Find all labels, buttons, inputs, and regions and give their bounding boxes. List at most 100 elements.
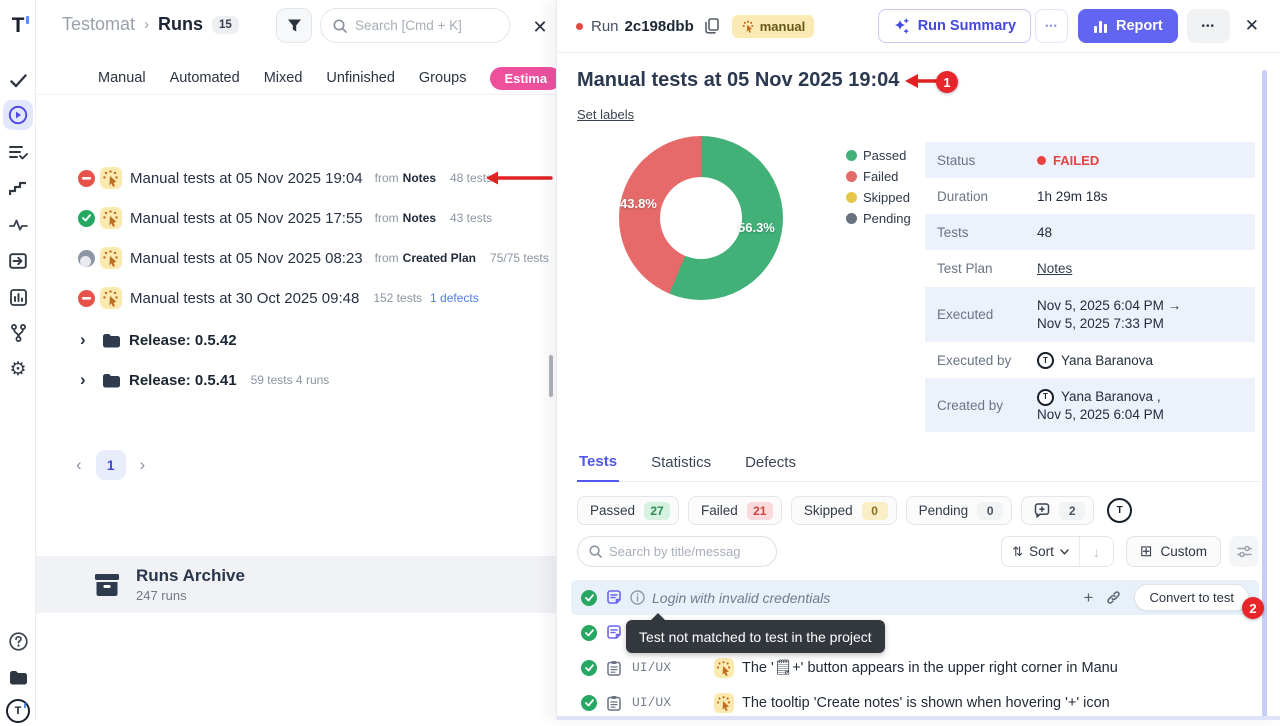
- chip-skipped[interactable]: Skipped0: [791, 496, 897, 525]
- run-summary-button[interactable]: Run Summary: [878, 9, 1031, 43]
- report-button[interactable]: Report: [1078, 9, 1178, 43]
- user-avatar[interactable]: T: [3, 696, 33, 726]
- page-1-button[interactable]: 1: [96, 450, 126, 480]
- tab-defects[interactable]: Defects: [743, 452, 798, 481]
- sidebar-item-import[interactable]: [3, 246, 33, 276]
- donut-label-passed: 56.3%: [738, 220, 775, 235]
- run-tests-count: 152 tests: [373, 291, 422, 305]
- run-from-value: Notes: [403, 171, 436, 185]
- folder-row-1[interactable]: › Release: 0.5.42: [36, 320, 556, 360]
- breadcrumb-app[interactable]: Testomat: [62, 14, 135, 35]
- created-by-value: Yana Baranova ,: [1061, 388, 1161, 406]
- chip-comments[interactable]: 2: [1021, 496, 1094, 525]
- note-icon: [606, 625, 622, 641]
- set-labels-link[interactable]: Set labels: [577, 107, 634, 122]
- tests-search[interactable]: [577, 536, 777, 567]
- breadcrumb-section[interactable]: Runs: [158, 14, 203, 35]
- run-list: Manual tests at 05 Nov 2025 19:04 from N…: [36, 158, 556, 318]
- chip-count: 0: [977, 502, 1003, 520]
- manual-run-icon: [714, 693, 734, 713]
- add-button[interactable]: +: [1084, 589, 1094, 606]
- annotation-badge-1: 1: [936, 71, 958, 93]
- test-row-4[interactable]: UI/UX The tooltip 'Create notes' is show…: [571, 685, 1259, 720]
- sidebar-item-projects[interactable]: [3, 662, 33, 692]
- run-row-2[interactable]: Manual tests at 05 Nov 2025 17:55 from N…: [36, 198, 556, 238]
- sidebar-item-help[interactable]: [3, 626, 33, 656]
- run-label: Run: [591, 18, 619, 35]
- tests-search-input[interactable]: [609, 544, 759, 559]
- tab-manual[interactable]: Manual: [98, 70, 146, 86]
- stairs-icon: [9, 181, 27, 196]
- summary-more-button[interactable]: •••: [1035, 9, 1068, 43]
- chip-label: Failed: [701, 503, 738, 518]
- sidebar-item-branches[interactable]: [3, 318, 33, 348]
- info-label: Created by: [925, 398, 1037, 413]
- donut-label-failed: 43.8%: [620, 196, 657, 211]
- tab-automated[interactable]: Automated: [170, 70, 240, 86]
- detail-close-button[interactable]: ✕: [1245, 16, 1259, 36]
- global-search[interactable]: [320, 8, 510, 43]
- sort-button[interactable]: ⇅ Sort: [1002, 537, 1080, 566]
- convert-to-test-button[interactable]: Convert to test: [1134, 584, 1249, 611]
- global-search-input[interactable]: [355, 18, 485, 33]
- info-label: Test Plan: [925, 261, 1037, 276]
- failed-status-icon: [78, 170, 95, 187]
- close-icon: ✕: [532, 17, 547, 37]
- test-row-1[interactable]: Login with invalid credentials + Convert…: [571, 580, 1259, 615]
- prev-page-button[interactable]: ‹: [76, 455, 82, 475]
- sidebar-item-settings[interactable]: ⚙: [3, 354, 33, 384]
- passed-check-icon: [581, 695, 597, 711]
- copy-run-id-button[interactable]: [705, 18, 719, 34]
- bottom-scroll-track[interactable]: [557, 716, 1280, 720]
- info-label: Executed: [925, 307, 1037, 322]
- custom-columns-button[interactable]: ⊞ Custom: [1126, 536, 1221, 567]
- legend-item-failed: Failed: [846, 166, 911, 187]
- chip-failed[interactable]: Failed21: [688, 496, 782, 525]
- panel-close-button[interactable]: ✕: [522, 12, 556, 42]
- tab-estimate-badge[interactable]: Estima: [490, 67, 556, 90]
- runs-archive[interactable]: Runs Archive 247 runs: [36, 556, 556, 613]
- tab-groups[interactable]: Groups: [419, 70, 467, 86]
- archive-title: Runs Archive: [136, 566, 245, 586]
- gear-icon: ⚙: [9, 360, 26, 379]
- runs-count-badge: 15: [212, 16, 239, 34]
- tests-toolbar: ⇅ Sort ↓ ⊞ Custom: [577, 536, 1259, 567]
- sidebar-item-analytics[interactable]: [3, 282, 33, 312]
- view-settings-button[interactable]: [1229, 536, 1259, 567]
- list-check-icon: [9, 145, 28, 160]
- assignee-avatar[interactable]: T: [1107, 498, 1132, 523]
- sidebar-item-activity[interactable]: [3, 210, 33, 240]
- next-page-button[interactable]: ›: [140, 455, 146, 475]
- filter-button[interactable]: [276, 8, 312, 43]
- more-actions-button[interactable]: •••: [1187, 9, 1230, 43]
- run-status-dot-icon: [576, 23, 583, 30]
- manual-run-icon: [100, 247, 122, 269]
- detail-scrollbar[interactable]: [1262, 70, 1267, 720]
- app-logo[interactable]: T: [3, 10, 33, 40]
- sidebar-item-plans[interactable]: [3, 137, 33, 167]
- tab-statistics[interactable]: Statistics: [649, 452, 713, 481]
- run-defects-link[interactable]: 1 defects: [430, 291, 479, 305]
- test-plan-link[interactable]: Notes: [1037, 261, 1072, 276]
- run-detail-header: Run 2c198dbb manual Run Summary ••• Repo…: [557, 0, 1280, 53]
- legend-label: Passed: [863, 148, 906, 163]
- sort-direction-button[interactable]: ↓: [1080, 537, 1113, 566]
- run-row-4[interactable]: Manual tests at 30 Oct 2025 09:48 152 te…: [36, 278, 556, 318]
- chip-passed[interactable]: Passed27: [577, 496, 679, 525]
- sidebar-item-tests[interactable]: [3, 66, 33, 96]
- tab-tests[interactable]: Tests: [577, 452, 619, 482]
- folder-row-2[interactable]: › Release: 0.5.41 59 tests 4 runs: [36, 360, 556, 400]
- manual-run-icon: [741, 19, 755, 33]
- left-panel-scrollbar[interactable]: [549, 355, 553, 397]
- test-row-3[interactable]: UI/UX The '🗒+' button appears in the upp…: [571, 650, 1259, 685]
- sidebar-item-milestones[interactable]: [3, 173, 33, 203]
- note-icon: [606, 590, 622, 606]
- tab-mixed[interactable]: Mixed: [264, 70, 303, 86]
- run-row-3[interactable]: Manual tests at 05 Nov 2025 08:23 from C…: [36, 238, 556, 278]
- tab-unfinished[interactable]: Unfinished: [326, 70, 395, 86]
- sidebar-item-runs[interactable]: [3, 100, 33, 130]
- link-icon: [1106, 590, 1121, 605]
- run-row-1[interactable]: Manual tests at 05 Nov 2025 19:04 from N…: [36, 158, 556, 198]
- link-button[interactable]: [1106, 590, 1121, 605]
- chip-pending[interactable]: Pending0: [906, 496, 1013, 525]
